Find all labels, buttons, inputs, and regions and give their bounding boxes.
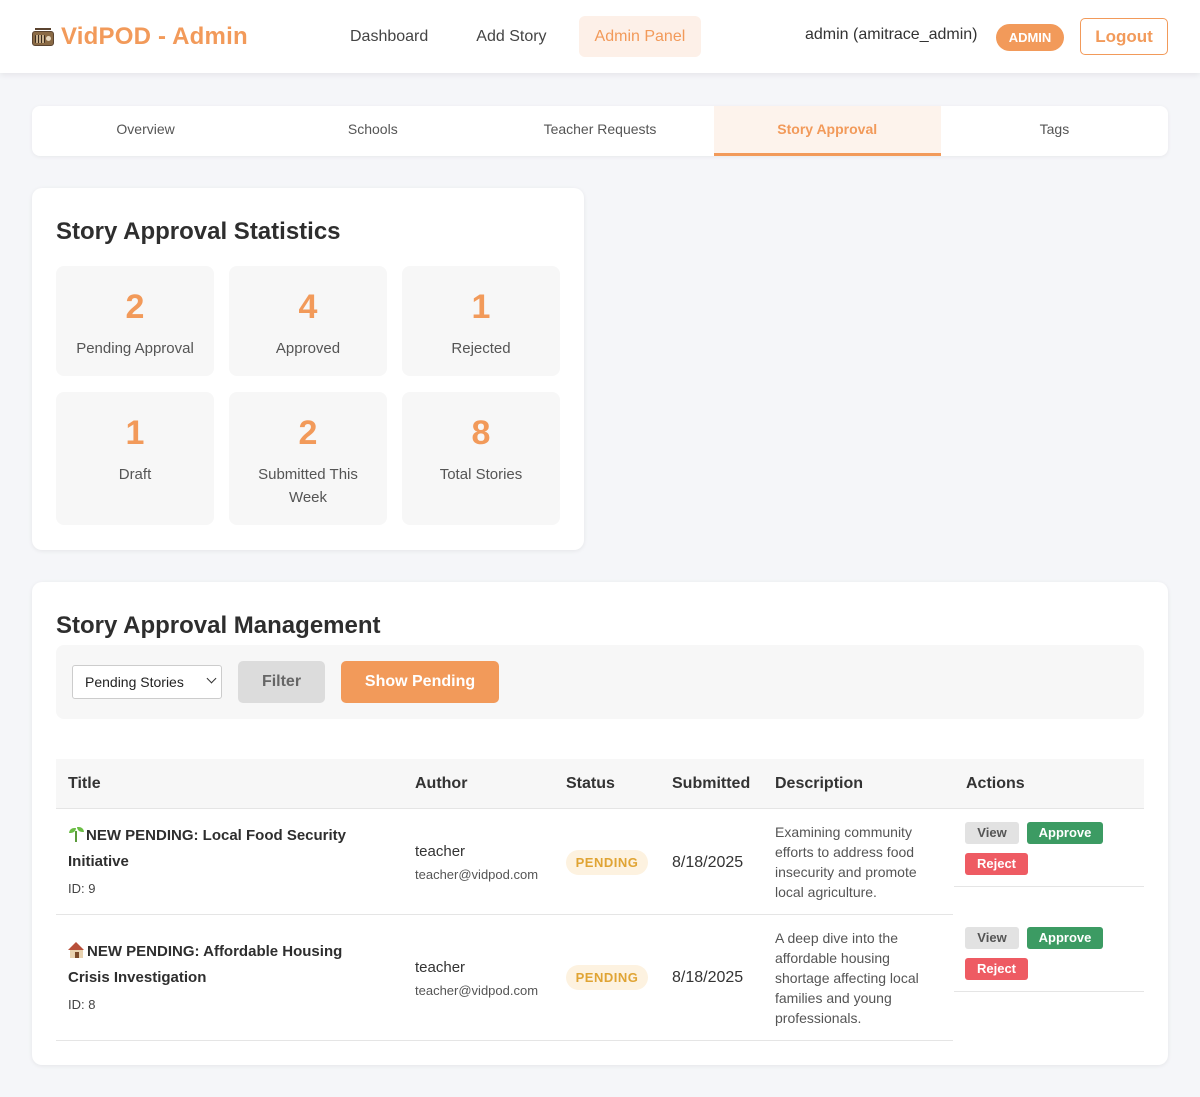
filter-bar: Pending Stories Filter Show Pending	[56, 645, 1144, 719]
submitted-date: 8/18/2025	[672, 854, 744, 871]
stat-value: 1	[125, 414, 145, 452]
stat-draft: 1 Draft	[56, 392, 214, 525]
tab-story-approval[interactable]: Story Approval	[713, 106, 941, 156]
tab-overview[interactable]: Overview	[32, 106, 259, 156]
tab-teacher-requests[interactable]: Teacher Requests	[486, 106, 713, 156]
author-email: teacher@vidpod.com	[415, 867, 539, 882]
col-author[interactable]: Author	[415, 759, 467, 809]
stat-value: 8	[471, 414, 491, 452]
current-user: admin (amitrace_admin)	[805, 26, 978, 43]
main-nav: Dashboard Add Story Admin Panel	[334, 16, 717, 57]
seedling-icon	[68, 826, 84, 842]
admin-tabs: Overview Schools Teacher Requests Story …	[32, 106, 1168, 156]
stat-pending: 2 Pending Approval	[56, 266, 214, 376]
story-description: A deep dive into the affordable housing …	[775, 930, 919, 1026]
story-id: ID: 9	[68, 881, 96, 896]
story-description: Examining community efforts to address f…	[775, 824, 917, 900]
col-description[interactable]: Description	[775, 759, 863, 809]
stat-value: 4	[298, 288, 318, 326]
stats-title: Story Approval Statistics	[56, 218, 341, 245]
logout-button[interactable]: Logout	[1080, 18, 1168, 55]
stats-card: Story Approval Statistics 2 Pending Appr…	[32, 188, 584, 550]
stat-label: Pending Approval	[76, 340, 194, 357]
stat-value: 1	[471, 288, 491, 326]
story-title[interactable]: NEW PENDING: Local Food Security Initiat…	[68, 823, 388, 875]
col-title[interactable]: Title	[68, 759, 101, 809]
stat-total: 8 Total Stories	[402, 392, 560, 525]
stat-label: Submitted This Week	[258, 466, 358, 506]
role-badge: ADMIN	[996, 24, 1064, 51]
nav-dashboard[interactable]: Dashboard	[334, 16, 444, 57]
status-select-value: Pending Stories	[85, 674, 184, 690]
brand[interactable]: VidPOD - Admin	[32, 22, 248, 52]
stat-label: Total Stories	[439, 466, 523, 483]
stat-value: 2	[298, 414, 318, 452]
story-id: ID: 8	[68, 997, 96, 1012]
stat-label: Approved	[275, 340, 341, 357]
col-status[interactable]: Status	[566, 759, 615, 809]
story-title[interactable]: NEW PENDING: Affordable Housing Crisis I…	[68, 939, 388, 991]
reject-button[interactable]: Reject	[965, 853, 1028, 875]
stat-rejected: 1 Rejected	[402, 266, 560, 376]
reject-button[interactable]: Reject	[965, 958, 1028, 980]
view-button[interactable]: View	[965, 822, 1019, 844]
brand-title: VidPOD - Admin	[61, 23, 248, 50]
tab-schools[interactable]: Schools	[259, 106, 486, 156]
chevron-down-icon	[206, 673, 217, 684]
submitted-date: 8/18/2025	[672, 969, 744, 986]
radio-icon	[32, 28, 54, 46]
status-badge: PENDING	[566, 965, 648, 990]
divider	[954, 991, 1144, 992]
stat-label: Draft	[118, 466, 152, 483]
stat-value: 2	[125, 288, 145, 326]
divider	[56, 914, 953, 915]
divider	[954, 886, 1144, 887]
col-submitted[interactable]: Submitted	[672, 759, 750, 809]
top-header: VidPOD - Admin Dashboard Add Story Admin…	[0, 0, 1200, 73]
stat-label: Rejected	[451, 340, 511, 357]
management-card: Story Approval Management Pending Storie…	[32, 582, 1168, 1065]
stat-submitted-week: 2 Submitted This Week	[229, 392, 387, 525]
view-button[interactable]: View	[965, 927, 1019, 949]
author-email: teacher@vidpod.com	[415, 983, 539, 998]
nav-add-story[interactable]: Add Story	[460, 16, 562, 57]
status-badge: PENDING	[566, 850, 648, 875]
col-actions: Actions	[966, 775, 1025, 792]
nav-admin-panel[interactable]: Admin Panel	[578, 16, 702, 57]
stat-approved: 4 Approved	[229, 266, 387, 376]
approve-button[interactable]: Approve	[1027, 822, 1103, 844]
status-select[interactable]: Pending Stories	[72, 665, 222, 699]
table-header: Title Author Status Submitted Descriptio…	[56, 759, 1144, 809]
author-name: teacher	[415, 959, 466, 976]
approve-button[interactable]: Approve	[1027, 927, 1103, 949]
show-pending-button[interactable]: Show Pending	[341, 661, 499, 703]
tab-tags[interactable]: Tags	[941, 106, 1168, 156]
filter-button[interactable]: Filter	[238, 661, 325, 703]
house-icon	[68, 942, 85, 958]
divider	[56, 1040, 953, 1041]
management-title: Story Approval Management	[56, 612, 381, 639]
author-name: teacher	[415, 843, 466, 860]
